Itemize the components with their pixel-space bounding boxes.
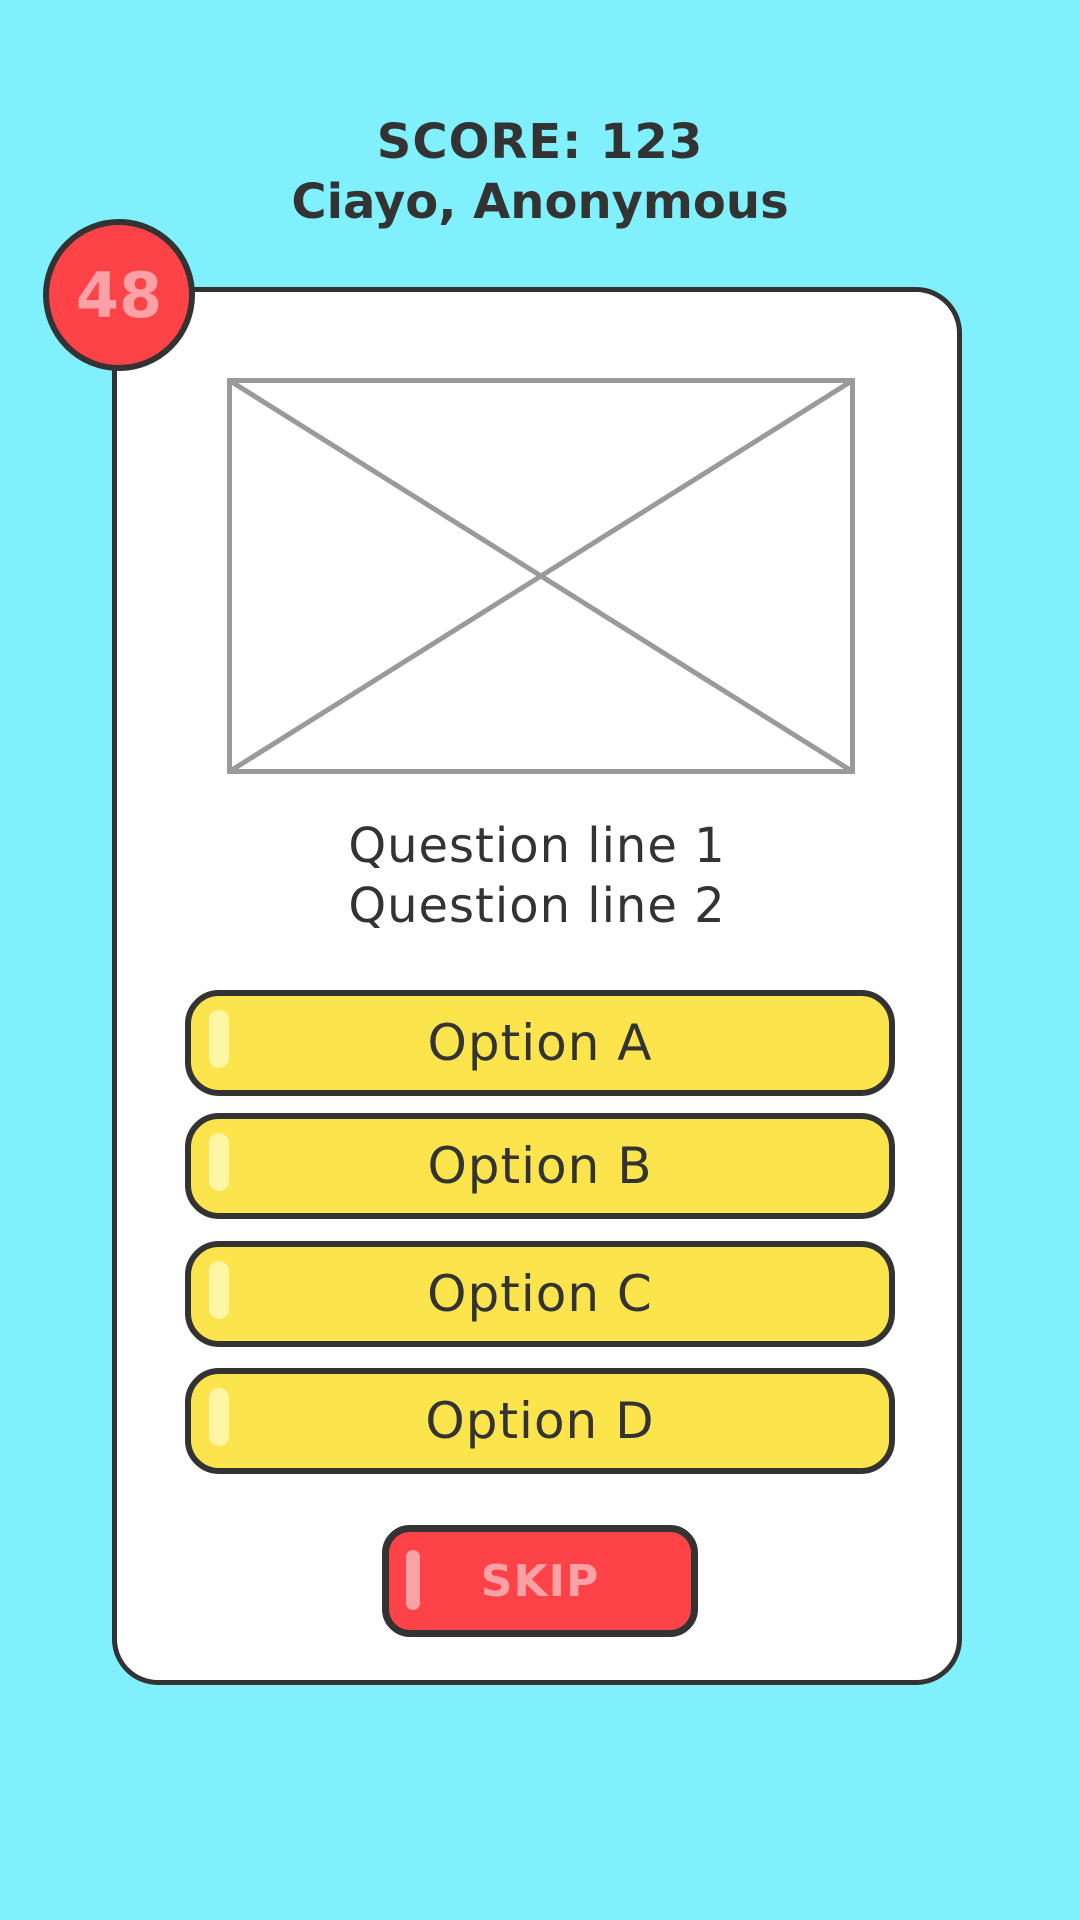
option-a-label: Option A (427, 1014, 653, 1072)
option-c-label: Option C (427, 1265, 653, 1323)
option-b-label: Option B (427, 1137, 653, 1195)
countdown-timer: 48 (43, 219, 195, 371)
image-placeholder-icon (227, 378, 855, 774)
player-name: Ciayo, Anonymous (291, 174, 789, 230)
button-shine (209, 1261, 229, 1319)
button-shine (209, 1133, 229, 1191)
game-header: SCORE: 123 Ciayo, Anonymous (0, 112, 1080, 232)
skip-button[interactable]: SKIP (382, 1525, 698, 1637)
timer-value: 48 (75, 258, 163, 332)
button-shine (406, 1550, 420, 1610)
question-line-2: Question line 2 (348, 878, 726, 934)
option-a-button[interactable]: Option A (185, 990, 895, 1096)
skip-label: SKIP (480, 1555, 600, 1607)
option-d-label: Option D (425, 1392, 655, 1450)
question-line-1: Question line 1 (348, 818, 726, 874)
button-shine (209, 1388, 229, 1446)
button-shine (209, 1010, 229, 1068)
option-c-button[interactable]: Option C (185, 1241, 895, 1347)
score-text: SCORE: 123 (376, 114, 704, 170)
option-b-button[interactable]: Option B (185, 1113, 895, 1219)
question-text: Question line 1 Question line 2 (112, 816, 962, 936)
option-d-button[interactable]: Option D (185, 1368, 895, 1474)
